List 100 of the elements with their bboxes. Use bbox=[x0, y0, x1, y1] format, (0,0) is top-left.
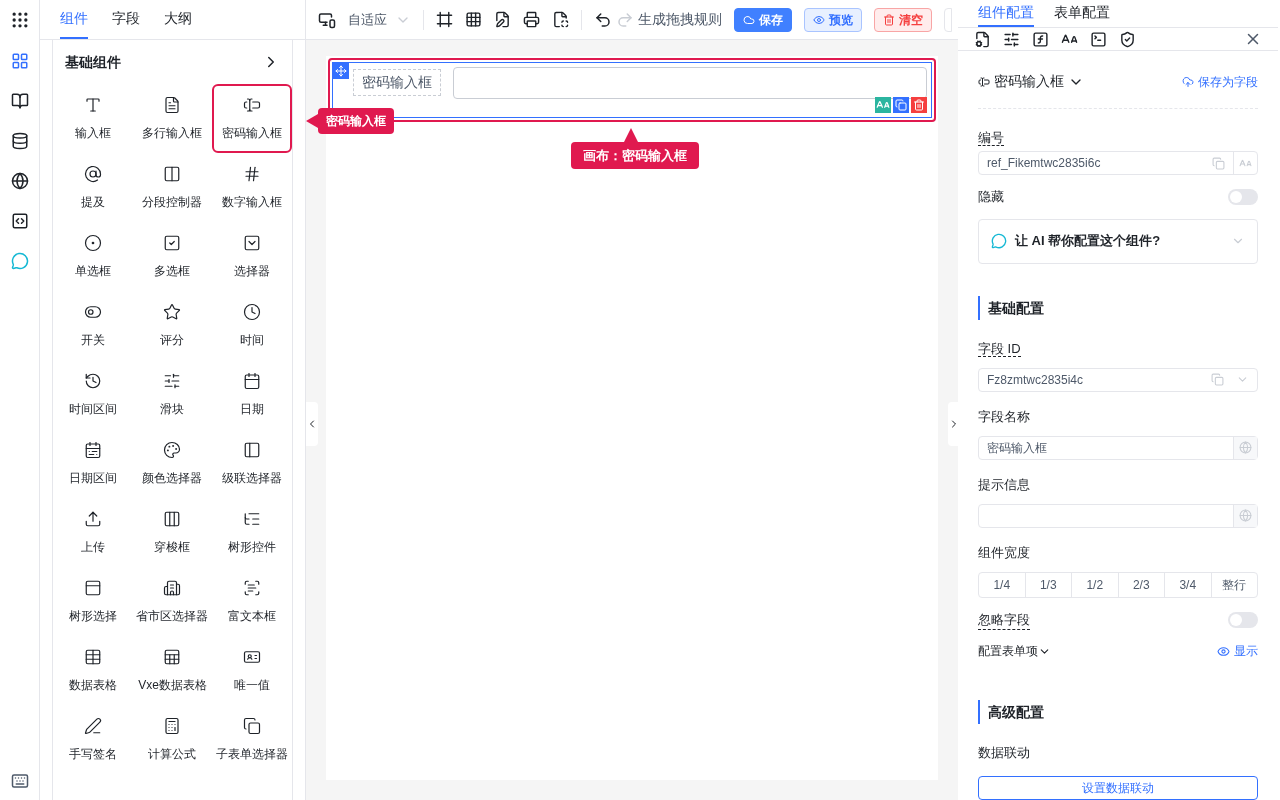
cloud-icon bbox=[743, 13, 755, 26]
database-icon[interactable] bbox=[10, 132, 29, 150]
frame-icon[interactable] bbox=[436, 11, 453, 28]
ai-assist-panel[interactable]: 让 AI 帮你配置这个组件? bbox=[978, 218, 1258, 264]
component-item[interactable]: 多选框 bbox=[132, 222, 213, 291]
component-item[interactable]: 选择器 bbox=[212, 222, 292, 291]
width-option[interactable]: 1/3 bbox=[1024, 572, 1071, 597]
component-item[interactable]: 穿梭框 bbox=[132, 498, 213, 567]
terminal-icon[interactable] bbox=[1090, 30, 1107, 48]
history-icon bbox=[83, 371, 102, 390]
collapse-handle[interactable] bbox=[306, 402, 318, 446]
component-item[interactable]: 级联选择器 bbox=[212, 429, 292, 498]
generate-rules-button[interactable]: 生成拖拽规则 bbox=[616, 9, 722, 30]
component-item[interactable]: 上传 bbox=[53, 498, 133, 567]
set-linkage-button[interactable]: 设置数据联动 bbox=[978, 776, 1258, 800]
copy-icon bbox=[243, 716, 262, 735]
expand-handle[interactable] bbox=[948, 402, 960, 446]
field-label: 数据联动 bbox=[978, 745, 1030, 760]
component-item[interactable]: 多行输入框 bbox=[132, 84, 213, 153]
show-link[interactable]: 显示 bbox=[1217, 642, 1258, 660]
component-item[interactable]: 树形选择 bbox=[53, 567, 133, 636]
save-as-field-link[interactable]: 保存为字段 bbox=[1182, 72, 1258, 91]
grid-icon[interactable] bbox=[465, 11, 482, 28]
component-item[interactable]: 输入框 bbox=[53, 84, 133, 153]
panel-tab[interactable]: 大纲 bbox=[164, 0, 192, 39]
component-item[interactable]: 树形控件 bbox=[212, 498, 292, 567]
building-icon bbox=[163, 578, 182, 597]
globe-icon[interactable] bbox=[10, 172, 29, 190]
field-label: 字段名称 bbox=[978, 408, 1030, 424]
component-item[interactable]: 日期 bbox=[212, 360, 292, 429]
section-title: 基础组件 bbox=[65, 52, 121, 72]
component-item[interactable]: 颜色选择器 bbox=[132, 429, 213, 498]
component-item[interactable]: 开关 bbox=[53, 291, 133, 360]
table-icon bbox=[83, 647, 102, 666]
component-type-select[interactable]: 密码输入框 bbox=[978, 71, 1084, 92]
file-settings-icon[interactable] bbox=[974, 30, 991, 48]
component-item[interactable]: 唯一值 bbox=[212, 636, 292, 705]
copy-icon[interactable] bbox=[893, 97, 909, 113]
device-icon[interactable] bbox=[318, 10, 336, 29]
component-item[interactable]: 分段控制器 bbox=[132, 153, 213, 222]
keyboard-icon[interactable] bbox=[10, 772, 29, 790]
eye-icon bbox=[813, 13, 825, 26]
function-icon[interactable] bbox=[1032, 30, 1049, 48]
delete-icon[interactable] bbox=[911, 97, 927, 113]
scan-text-icon bbox=[243, 578, 262, 597]
component-item[interactable]: 时间 bbox=[212, 291, 292, 360]
component-item[interactable]: 数据表格 bbox=[53, 636, 133, 705]
field-label: 隐藏 bbox=[978, 188, 1004, 206]
book-icon[interactable] bbox=[10, 92, 29, 110]
sliders-icon bbox=[163, 371, 182, 390]
component-item[interactable]: 时间区间 bbox=[53, 360, 133, 429]
component-item[interactable]: 日期区间 bbox=[53, 429, 133, 498]
panel-tab[interactable]: 字段 bbox=[112, 0, 140, 39]
config-tab[interactable]: 组件配置 bbox=[978, 0, 1034, 28]
device-select[interactable]: 自适应 bbox=[348, 9, 411, 30]
component-item[interactable]: 省市区选择器 bbox=[132, 567, 213, 636]
ai-text-icon[interactable] bbox=[875, 97, 891, 113]
drag-handle-icon[interactable] bbox=[333, 63, 349, 79]
component-item[interactable]: 计算公式 bbox=[132, 705, 213, 774]
form-items-toggle[interactable]: 配置表单项 bbox=[978, 642, 1051, 660]
width-option[interactable]: 2/3 bbox=[1117, 572, 1164, 597]
component-item[interactable]: 手写签名 bbox=[53, 705, 133, 774]
width-option[interactable]: 3/4 bbox=[1164, 572, 1211, 597]
sliders-icon[interactable] bbox=[1003, 30, 1020, 48]
file-scan-icon[interactable] bbox=[552, 11, 569, 28]
password-input[interactable] bbox=[453, 67, 927, 99]
component-item[interactable]: 子表单选择器 bbox=[212, 705, 292, 774]
component-item[interactable]: 富文本框 bbox=[212, 567, 292, 636]
clock-icon bbox=[243, 302, 262, 321]
field-id-select[interactable]: Fz8zmtwc2835i4c bbox=[978, 367, 1258, 392]
shield-check-icon[interactable] bbox=[1119, 30, 1136, 48]
component-item[interactable]: 评分 bbox=[132, 291, 213, 360]
component-item[interactable]: 单选框 bbox=[53, 222, 133, 291]
component-item[interactable]: Vxe数据表格 bbox=[132, 636, 213, 705]
width-option[interactable]: 1/2 bbox=[1071, 572, 1118, 597]
component-item[interactable]: 提及 bbox=[53, 153, 133, 222]
at-sign-icon bbox=[83, 164, 102, 183]
columns-icon bbox=[163, 164, 182, 183]
ignore-switch[interactable] bbox=[1228, 611, 1258, 628]
component-item[interactable]: 密码输入框 bbox=[212, 84, 292, 153]
edit-file-icon[interactable] bbox=[494, 11, 511, 28]
checkbox-icon bbox=[163, 233, 182, 252]
redo-icon bbox=[616, 10, 634, 29]
config-tab[interactable]: 表单配置 bbox=[1054, 0, 1110, 28]
component-item[interactable]: 数字输入框 bbox=[212, 153, 292, 222]
callout-label: 密码输入框 bbox=[318, 108, 394, 134]
document-icon bbox=[163, 95, 182, 114]
toolbar-button[interactable]: 预览 bbox=[804, 7, 862, 32]
undo-icon[interactable] bbox=[594, 10, 612, 29]
printer-icon[interactable] bbox=[523, 11, 540, 28]
hidden-switch[interactable] bbox=[1228, 188, 1258, 205]
component-item[interactable]: 滑块 bbox=[132, 360, 213, 429]
hash-icon bbox=[243, 164, 262, 183]
width-option[interactable]: 1/4 bbox=[979, 572, 1025, 597]
sheet-icon bbox=[163, 647, 182, 666]
width-option[interactable]: 整行 bbox=[1210, 572, 1257, 597]
callout-label: 画布：密码输入框 bbox=[571, 142, 699, 169]
panel-tab[interactable]: 组件 bbox=[60, 0, 88, 39]
toolbar-button[interactable]: 保存 bbox=[734, 7, 792, 32]
code-icon[interactable] bbox=[10, 212, 29, 230]
